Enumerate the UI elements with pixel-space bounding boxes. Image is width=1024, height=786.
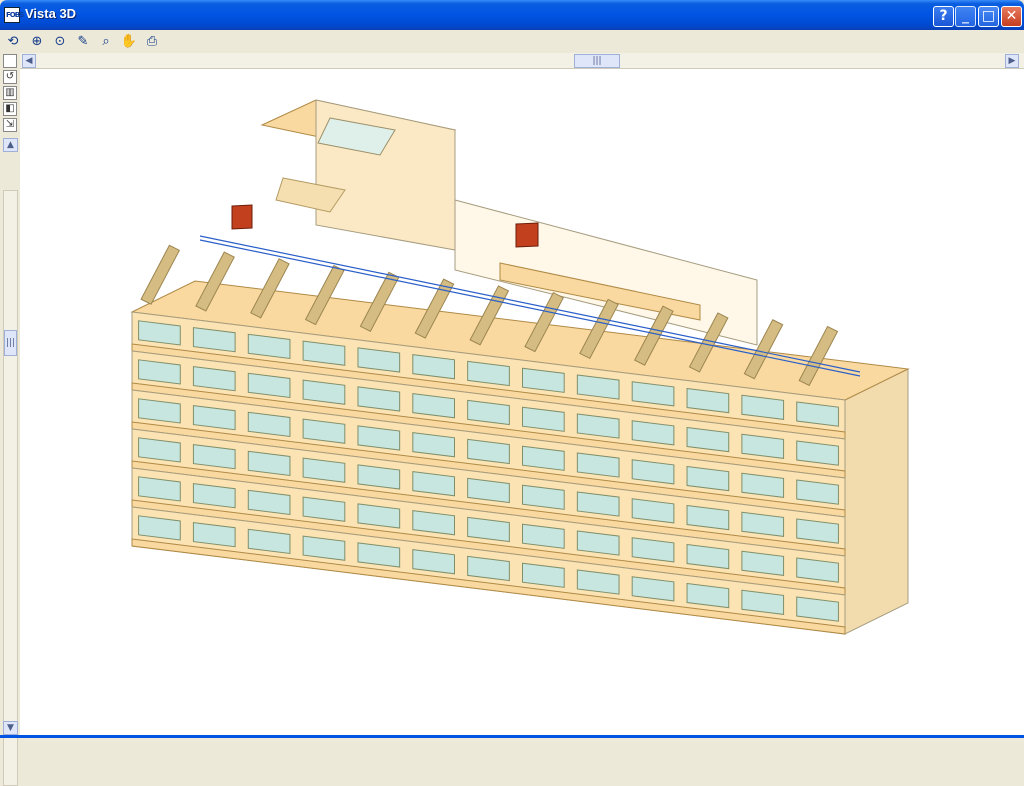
chevron-right-icon: ▶ <box>1008 56 1016 66</box>
print-icon: ⎙ <box>146 34 158 49</box>
zoom-search-icon: ⌕ <box>102 34 110 49</box>
layers-button[interactable]: ▥ <box>3 86 17 100</box>
layers-icon: ▥ <box>5 87 15 98</box>
undo-button[interactable]: ↺ <box>3 70 17 84</box>
vertical-scroll-thumb[interactable]: ||| <box>4 330 17 356</box>
zoom-search-button[interactable]: ⌕ <box>96 32 116 52</box>
toolbar: ⟲ ⊕ ⊙ ✎ ⌕ ✋ ⎙ <box>0 30 1024 53</box>
chevron-down-icon: ▼ <box>7 723 14 733</box>
scroll-left-button[interactable]: ◀ <box>22 54 36 68</box>
window-title: Vista 3D <box>25 6 77 21</box>
close-button[interactable]: ✕ <box>1001 6 1022 27</box>
pencil-button[interactable]: ✎ <box>73 32 93 52</box>
title-bar: FOBS Vista 3D ? _ □ ✕ <box>0 0 1024 30</box>
zoom-window-button[interactable]: ⊕ <box>27 32 47 52</box>
help-button[interactable]: ? <box>933 6 954 27</box>
pan-hand-icon: ✋ <box>120 34 138 49</box>
horizontal-scroll-thumb[interactable]: ||| <box>574 54 620 68</box>
zoom-button[interactable]: ⊙ <box>50 32 70 52</box>
hvac-outdoor-unit <box>231 204 253 230</box>
scroll-right-button[interactable]: ▶ <box>1005 54 1019 68</box>
chevron-up-icon: ▲ <box>7 140 14 150</box>
print-button[interactable]: ⎙ <box>142 32 162 52</box>
undo-icon: ↺ <box>5 71 15 82</box>
hvac-outdoor-unit <box>515 222 539 248</box>
app-icon[interactable]: FOBS <box>4 7 24 23</box>
scroll-down-button[interactable]: ▼ <box>3 721 18 735</box>
maximize-button[interactable]: □ <box>978 6 999 27</box>
chevron-left-icon: ◀ <box>25 56 33 66</box>
building-3d-model[interactable] <box>20 69 1024 735</box>
building-model <box>130 99 910 635</box>
zoom-window-icon: ⊕ <box>31 34 43 49</box>
view-icon: ◧ <box>5 103 15 114</box>
pencil-icon: ✎ <box>77 34 89 49</box>
vertical-scrollbar[interactable] <box>3 190 18 786</box>
minimize-button[interactable]: _ <box>955 6 976 27</box>
zoom-icon: ⊙ <box>54 34 66 49</box>
rotate-button[interactable]: ⟲ <box>3 32 23 52</box>
export-icon: ⇲ <box>5 119 15 130</box>
horizontal-scrollbar[interactable]: ◀ ||| ▶ <box>20 53 1024 69</box>
rotate-icon: ⟲ <box>7 34 19 49</box>
export-button[interactable]: ⇲ <box>3 118 17 132</box>
scroll-up-button[interactable]: ▲ <box>3 138 18 152</box>
select-box-button[interactable] <box>3 54 17 68</box>
app-icon-label: FOBS <box>6 11 24 19</box>
3d-viewport[interactable] <box>20 69 1024 735</box>
view-button[interactable]: ◧ <box>3 102 17 116</box>
side-toolbar: ↺ ▥ ◧ ⇲ ▲ ||| ▼ <box>0 53 20 786</box>
side-wall <box>844 368 909 635</box>
pan-button[interactable]: ✋ <box>119 32 139 52</box>
